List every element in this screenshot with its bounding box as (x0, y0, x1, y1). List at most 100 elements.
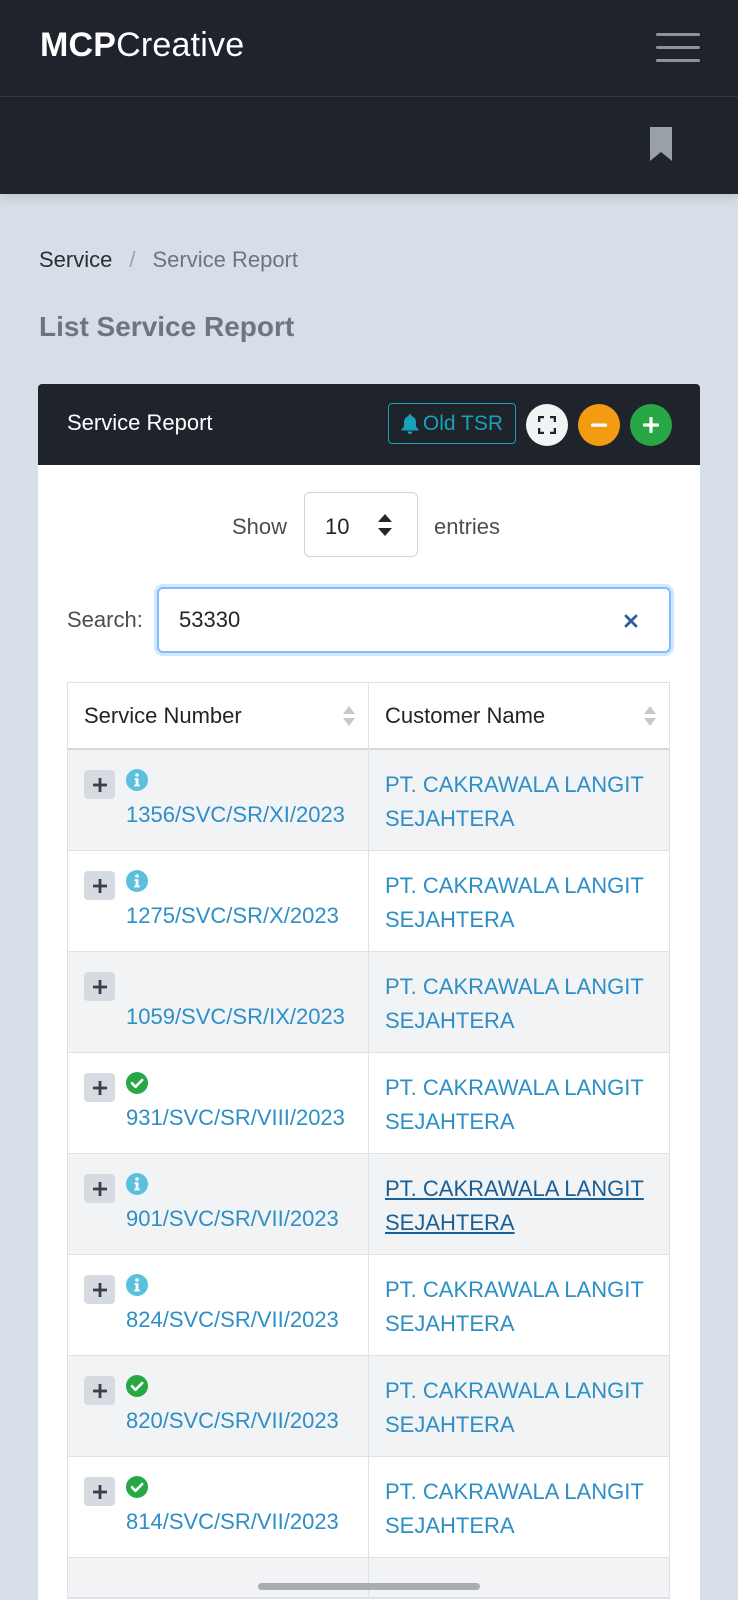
info-icon[interactable] (126, 1274, 148, 1296)
table-row: 1275/SVC/SR/X/2023 PT. CAKRAWALA LANGIT S… (68, 851, 669, 952)
table-row: 820/SVC/SR/VII/2023 PT. CAKRAWALA LANGIT … (68, 1356, 669, 1457)
column-header-service-number[interactable]: Service Number (68, 683, 369, 750)
row-expand-button[interactable] (84, 871, 115, 900)
bookmark-icon[interactable] (648, 127, 674, 161)
breadcrumb-separator: / (129, 247, 136, 272)
table-row: 814/SVC/SR/VII/2023 PT. CAKRAWALA LANGIT … (68, 1457, 669, 1558)
menu-hamburger-icon[interactable] (656, 33, 700, 63)
show-label: Show (232, 514, 288, 539)
collapse-button[interactable] (578, 404, 620, 446)
service-number-cell: 1275/SVC/SR/X/2023 (68, 851, 369, 951)
card-title: Service Report (67, 410, 213, 435)
service-number-link[interactable]: 931/SVC/SR/VIII/2023 (126, 1105, 345, 1131)
select-updown-icon (378, 514, 392, 536)
search-input[interactable] (179, 605, 599, 635)
customer-name-link[interactable]: PT. CAKRAWALA LANGIT SEJAHTERA (385, 768, 655, 836)
minus-icon (591, 423, 607, 427)
fullscreen-button[interactable] (526, 404, 568, 446)
customer-name-link[interactable]: PT. CAKRAWALA LANGIT SEJAHTERA (385, 869, 655, 937)
customer-name-link[interactable]: PT. CAKRAWALA LANGIT SEJAHTERA (385, 1172, 655, 1240)
sort-icon (644, 706, 656, 726)
entries-per-page-select[interactable]: 10 (304, 492, 418, 557)
customer-name-cell: PT. CAKRAWALA LANGIT SEJAHTERA (369, 1255, 669, 1355)
row-expand-button[interactable] (84, 1073, 115, 1102)
plus-icon (92, 1080, 107, 1095)
add-button[interactable] (630, 404, 672, 446)
old-tsr-button[interactable]: Old TSR (388, 403, 516, 444)
table-row: 824/SVC/SR/VII/2023 PT. CAKRAWALA LANGIT … (68, 1255, 669, 1356)
search-label: Search: (67, 607, 143, 632)
customer-name-cell: PT. CAKRAWALA LANGIT SEJAHTERA (369, 750, 669, 850)
table-row: 931/SVC/SR/VIII/2023 PT. CAKRAWALA LANGIT… (68, 1053, 669, 1154)
breadcrumb-service-link[interactable]: Service (39, 247, 112, 273)
row-expand-button[interactable] (84, 972, 115, 1001)
service-number-cell: 931/SVC/SR/VIII/2023 (68, 1053, 369, 1153)
plus-icon (92, 1282, 107, 1297)
customer-name-cell: PT. CAKRAWALA LANGIT SEJAHTERA (369, 1154, 669, 1254)
row-expand-button[interactable] (84, 1275, 115, 1304)
service-number-cell: 1356/SVC/SR/XI/2023 (68, 750, 369, 850)
plus-icon (92, 777, 107, 792)
row-expand-button[interactable] (84, 1477, 115, 1506)
service-number-link[interactable]: 1356/SVC/SR/XI/2023 (126, 802, 345, 828)
row-expand-button[interactable] (84, 770, 115, 799)
customer-name-cell: PT. CAKRAWALA LANGIT SEJAHTERA (369, 952, 669, 1052)
service-report-table: Service Number Customer Name 1356/SVC/SR… (67, 682, 670, 1599)
home-indicator[interactable] (258, 1583, 480, 1590)
info-icon[interactable] (126, 870, 148, 892)
table-header: Service Number Customer Name (68, 683, 669, 750)
service-number-link[interactable]: 1059/SVC/SR/IX/2023 (126, 1004, 345, 1030)
customer-name-cell: PT. CAKRAWALA LANGIT SEJAHTERA (369, 1356, 669, 1456)
customer-name-cell: PT. CAKRAWALA LANGIT SEJAHTERA (369, 851, 669, 951)
sort-icon (343, 706, 355, 726)
app-logo[interactable]: MCPCreative (40, 26, 244, 65)
plus-icon (92, 1383, 107, 1398)
row-expand-button[interactable] (84, 1174, 115, 1203)
service-number-link[interactable]: 820/SVC/SR/VII/2023 (126, 1408, 339, 1434)
customer-name-link[interactable]: PT. CAKRAWALA LANGIT SEJAHTERA (385, 970, 655, 1038)
service-number-link[interactable]: 1275/SVC/SR/X/2023 (126, 903, 339, 929)
column-header-customer-name[interactable]: Customer Name (369, 683, 669, 750)
table-row: 1059/SVC/SR/IX/2023 PT. CAKRAWALA LANGIT … (68, 952, 669, 1053)
service-number-cell: 824/SVC/SR/VII/2023 (68, 1255, 369, 1355)
info-icon[interactable] (126, 769, 148, 791)
plus-icon (92, 1181, 107, 1196)
customer-name-cell (369, 1558, 669, 1597)
service-number-cell (68, 1558, 369, 1597)
plus-icon (92, 1484, 107, 1499)
table-row-partial (68, 1558, 669, 1598)
check-circle-icon[interactable] (126, 1375, 148, 1397)
check-circle-icon[interactable] (126, 1072, 148, 1094)
customer-name-link[interactable]: PT. CAKRAWALA LANGIT SEJAHTERA (385, 1273, 655, 1341)
search-clear-button[interactable] (617, 607, 645, 635)
plus-icon (92, 979, 107, 994)
old-tsr-label: Old TSR (422, 411, 504, 435)
search-box (157, 587, 671, 653)
logo-light-text: Creative (116, 26, 245, 64)
service-number-link[interactable]: 814/SVC/SR/VII/2023 (126, 1509, 339, 1535)
breadcrumb: Service / Service Report (39, 247, 298, 273)
info-icon[interactable] (126, 1173, 148, 1195)
logo-bold-text: MCP (40, 26, 117, 64)
customer-name-cell: PT. CAKRAWALA LANGIT SEJAHTERA (369, 1053, 669, 1153)
check-circle-icon[interactable] (126, 1476, 148, 1498)
customer-name-link[interactable]: PT. CAKRAWALA LANGIT SEJAHTERA (385, 1374, 655, 1442)
row-expand-button[interactable] (84, 1376, 115, 1405)
entries-value: 10 (325, 514, 350, 539)
secondary-toolbar (0, 97, 738, 194)
table-row: 1356/SVC/SR/XI/2023 PT. CAKRAWALA LANGIT … (68, 750, 669, 851)
service-number-cell: 1059/SVC/SR/IX/2023 (68, 952, 369, 1052)
customer-name-link[interactable]: PT. CAKRAWALA LANGIT SEJAHTERA (385, 1071, 655, 1139)
service-number-cell: 820/SVC/SR/VII/2023 (68, 1356, 369, 1456)
service-number-link[interactable]: 901/SVC/SR/VII/2023 (126, 1206, 339, 1232)
customer-name-link[interactable]: PT. CAKRAWALA LANGIT SEJAHTERA (385, 1475, 655, 1543)
service-report-card: Service Report Old TSR Show 10 entries S… (38, 384, 700, 1600)
service-number-link[interactable]: 824/SVC/SR/VII/2023 (126, 1307, 339, 1333)
service-number-cell: 901/SVC/SR/VII/2023 (68, 1154, 369, 1254)
customer-name-cell: PT. CAKRAWALA LANGIT SEJAHTERA (369, 1457, 669, 1557)
card-header: Service Report Old TSR (38, 384, 700, 465)
service-number-cell: 814/SVC/SR/VII/2023 (68, 1457, 369, 1557)
close-icon (624, 614, 638, 628)
show-entries-row: Show 10 entries (38, 492, 700, 558)
top-navbar: MCPCreative (0, 0, 738, 97)
